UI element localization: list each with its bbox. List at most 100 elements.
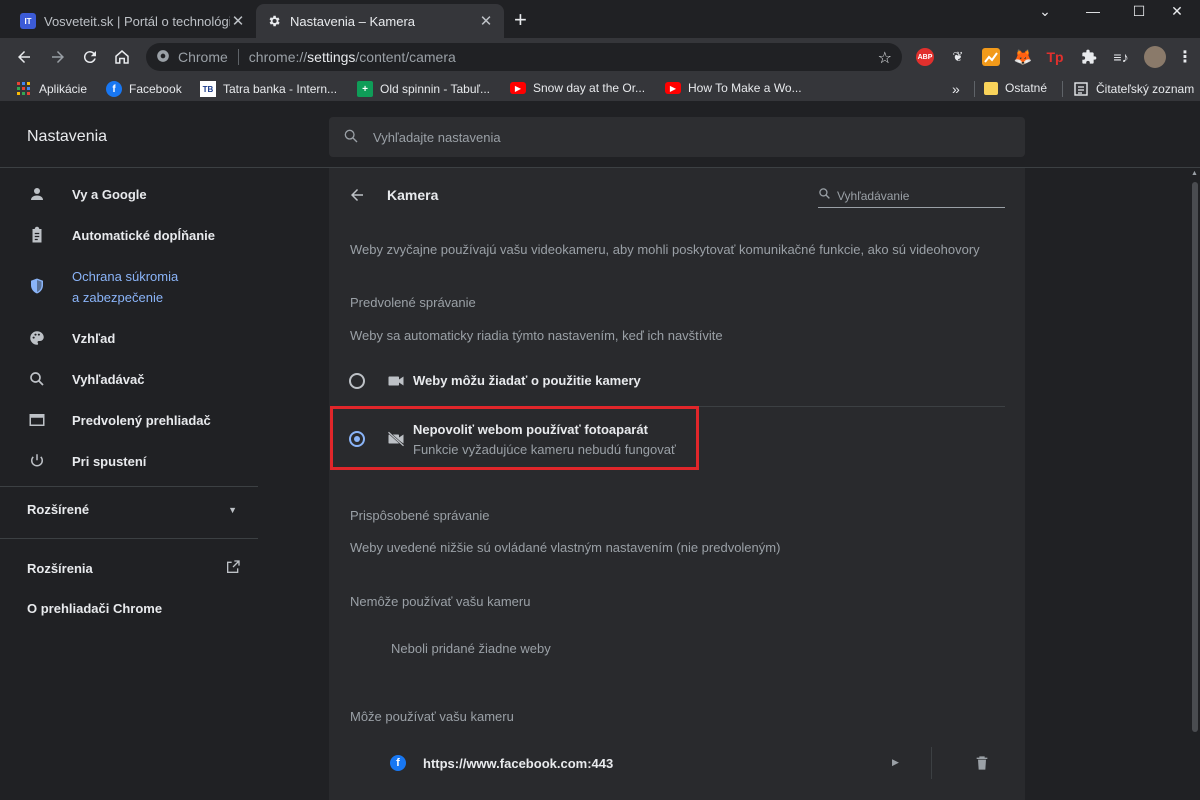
tab-favicon: IT bbox=[20, 13, 36, 29]
sidebar-item-privacy[interactable]: Ochrana súkromia a zabezpečenie bbox=[27, 266, 178, 308]
search-icon bbox=[343, 128, 359, 147]
chart-extension-icon[interactable] bbox=[982, 48, 1000, 66]
section-description: Weby uvedené nižšie sú ovládané vlastným… bbox=[350, 540, 781, 555]
external-link-icon bbox=[225, 559, 241, 578]
menu-dots-icon[interactable]: ⋮ bbox=[1176, 48, 1194, 66]
sidebar-item-label: Automatické dopĺňanie bbox=[72, 227, 216, 243]
sidebar-item-appearance[interactable]: Vzhľad bbox=[27, 328, 115, 348]
shield-icon bbox=[27, 276, 47, 296]
tab-vosveteit[interactable]: IT Vosveteit.sk | Portál o technológi ✕ bbox=[10, 4, 256, 38]
chevron-right-icon[interactable]: ▶ bbox=[892, 757, 899, 768]
close-window-button[interactable]: ✕ bbox=[1154, 0, 1200, 22]
sheets-icon: + bbox=[357, 81, 373, 97]
subpage-search[interactable]: Vyhľadávanie bbox=[818, 184, 1005, 208]
scrollbar[interactable]: ▲ bbox=[1190, 168, 1200, 800]
bookmark-label: Old spinnin - Tabuľ... bbox=[380, 82, 491, 96]
section-description: Weby sa automaticky riadia týmto nastave… bbox=[350, 328, 723, 343]
bookmark-apps[interactable]: Aplikácie bbox=[16, 81, 87, 97]
youtube-icon: ▶ bbox=[665, 82, 681, 94]
home-button[interactable] bbox=[110, 46, 134, 68]
origin-chip: Chrome bbox=[178, 49, 228, 65]
bookmarks-overflow-button[interactable]: » bbox=[952, 81, 960, 97]
subpage-title: Kamera bbox=[387, 187, 439, 203]
divider bbox=[931, 747, 932, 779]
bookmarks-bar: Aplikácie f Facebook TB Tatra banka - In… bbox=[0, 76, 1200, 102]
bookmark-tatra-banka[interactable]: TB Tatra banka - Intern... bbox=[200, 81, 337, 97]
bookmark-label: Facebook bbox=[129, 82, 182, 96]
browser-icon bbox=[27, 410, 47, 430]
arrow-right-icon bbox=[52, 51, 64, 63]
sidebar-item-you-and-google[interactable]: Vy a Google bbox=[27, 184, 147, 204]
settings-search[interactable] bbox=[329, 117, 1025, 157]
settings-header: Nastavenia bbox=[0, 102, 1200, 168]
tatra-banka-icon: TB bbox=[200, 81, 216, 97]
bookmark-folder-other[interactable]: Ostatné bbox=[984, 81, 1047, 95]
allowed-list-heading: Môže používať vašu kameru bbox=[350, 709, 514, 724]
sidebar-item-label: Vzhľad bbox=[72, 330, 116, 346]
bookmark-label: Ostatné bbox=[1005, 81, 1048, 95]
sidebar-item-label: Vy a Google bbox=[72, 186, 147, 202]
close-tab-icon[interactable]: ✕ bbox=[478, 12, 494, 30]
facebook-icon: f bbox=[390, 755, 406, 771]
tab-search-chevron-icon[interactable]: ⌄ bbox=[1022, 0, 1068, 22]
divider bbox=[0, 538, 258, 539]
sidebar-item-label: O prehliadači Chrome bbox=[27, 601, 163, 616]
youtube-icon: ▶ bbox=[510, 82, 526, 94]
sidebar-item-label: Rozšírené bbox=[27, 502, 90, 517]
bookmark-star-icon[interactable]: ☆ bbox=[878, 48, 892, 68]
address-bar[interactable]: Chrome chrome://settings/content/camera … bbox=[146, 43, 902, 71]
section-heading-default: Predvolené správanie bbox=[350, 295, 476, 310]
sidebar-item-autofill[interactable]: Automatické dopĺňanie bbox=[27, 225, 215, 245]
tp-extension-icon[interactable]: Tp bbox=[1046, 48, 1064, 66]
page-title: Nastavenia bbox=[27, 128, 108, 145]
scrollbar-thumb[interactable] bbox=[1192, 182, 1198, 732]
toolbar: Chrome chrome://settings/content/camera … bbox=[0, 38, 1200, 76]
radio-button[interactable] bbox=[349, 373, 365, 389]
sidebar-advanced-toggle[interactable]: Rozšírené ▼ bbox=[27, 502, 237, 517]
sidebar-item-label: a zabezpečenie bbox=[72, 290, 164, 305]
puzzle-icon[interactable] bbox=[1080, 48, 1098, 66]
sidebar-item-label: Ochrana súkromia bbox=[72, 269, 179, 284]
arrow-left-icon bbox=[351, 189, 363, 201]
back-button[interactable] bbox=[348, 186, 366, 209]
avatar[interactable] bbox=[1144, 46, 1166, 68]
metamask-fox-icon[interactable]: 🦊 bbox=[1014, 48, 1033, 66]
url-path: settings bbox=[307, 49, 356, 65]
divider bbox=[1062, 81, 1063, 97]
media-queue-icon[interactable]: ≡♪ bbox=[1112, 48, 1130, 66]
adblock-icon[interactable]: ABP bbox=[916, 48, 934, 66]
camera-settings-page bbox=[329, 168, 1025, 800]
sidebar-item-on-startup[interactable]: Pri spustení bbox=[27, 451, 146, 471]
sidebar-item-label: Pri spustení bbox=[72, 453, 147, 469]
privacy-badger-icon[interactable]: ❦ bbox=[949, 48, 967, 66]
reading-list-button[interactable]: Čitateľský zoznam bbox=[1073, 81, 1194, 97]
page-description: Weby zvyčajne používajú vašu videokameru… bbox=[350, 242, 980, 257]
sidebar-item-extensions[interactable]: Rozšírenia bbox=[27, 559, 241, 578]
clipboard-icon bbox=[27, 225, 47, 245]
bookmark-old-spinnin[interactable]: + Old spinnin - Tabuľ... bbox=[357, 81, 490, 97]
sidebar-item-default-browser[interactable]: Predvolený prehliadač bbox=[27, 410, 211, 430]
search-placeholder: Vyhľadávanie bbox=[837, 188, 910, 203]
back-button[interactable] bbox=[12, 46, 36, 68]
arrow-left-icon bbox=[18, 51, 30, 63]
sidebar-item-about-chrome[interactable]: O prehliadači Chrome bbox=[27, 601, 162, 616]
bookmark-snow-day[interactable]: ▶ Snow day at the Or... bbox=[510, 81, 645, 95]
minimize-button[interactable]: — bbox=[1070, 0, 1116, 22]
search-input[interactable] bbox=[373, 129, 973, 145]
divider bbox=[237, 49, 239, 65]
chevron-down-icon: ▼ bbox=[228, 504, 237, 515]
bookmark-facebook[interactable]: f Facebook bbox=[106, 81, 182, 97]
divider bbox=[974, 81, 975, 97]
trash-icon[interactable] bbox=[974, 754, 990, 777]
scroll-up-arrow-icon[interactable]: ▲ bbox=[1191, 170, 1198, 177]
search-icon bbox=[818, 187, 831, 205]
close-tab-icon[interactable]: ✕ bbox=[230, 12, 246, 30]
tab-settings[interactable]: Nastavenia – Kamera ✕ bbox=[256, 4, 504, 38]
facebook-icon: f bbox=[106, 81, 122, 97]
bookmark-how-to[interactable]: ▶ How To Make a Wo... bbox=[665, 81, 802, 95]
new-tab-button[interactable]: + bbox=[514, 8, 527, 32]
sidebar-item-search-engine[interactable]: Vyhľadávač bbox=[27, 369, 144, 389]
forward-button[interactable] bbox=[46, 46, 70, 68]
reload-button[interactable] bbox=[78, 46, 102, 68]
tab-title: Vosveteit.sk | Portál o technológi bbox=[44, 13, 230, 29]
